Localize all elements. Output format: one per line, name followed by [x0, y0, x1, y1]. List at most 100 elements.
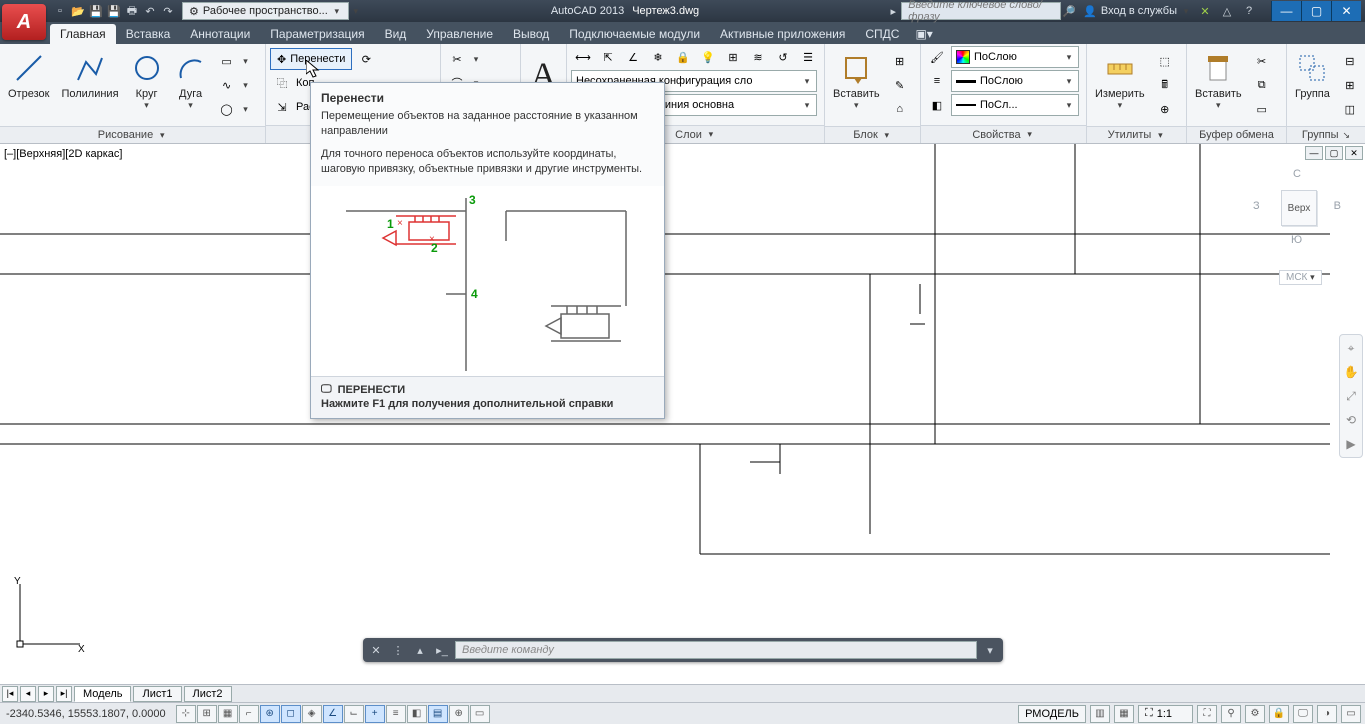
- showmotion-icon[interactable]: ▶: [1342, 435, 1360, 453]
- tab-active-apps[interactable]: Активные приложения: [710, 24, 855, 44]
- help-icon[interactable]: ?: [1241, 3, 1257, 19]
- layer-prev-icon[interactable]: ↺: [771, 46, 795, 68]
- viewcube-w[interactable]: З: [1253, 200, 1260, 212]
- cut-icon[interactable]: ✂: [1250, 50, 1274, 72]
- save-icon[interactable]: 💾: [88, 3, 104, 19]
- linetype-combo[interactable]: ПоСл... ▾: [951, 94, 1079, 116]
- panel-block-title[interactable]: Блок▾: [825, 126, 920, 143]
- snap-icon[interactable]: ⊞: [197, 705, 217, 723]
- lwt-icon[interactable]: ≡: [386, 705, 406, 723]
- viewcube-n[interactable]: С: [1293, 168, 1301, 180]
- otrack-icon[interactable]: ∠: [323, 705, 343, 723]
- infocenter-icon[interactable]: 🔎: [1061, 3, 1077, 19]
- rectangle-icon[interactable]: ▭: [215, 50, 239, 72]
- ellipse-icon[interactable]: ◯: [215, 98, 239, 120]
- cmd-handle-icon[interactable]: ⋮: [389, 641, 407, 659]
- layer-state-icon[interactable]: ☰: [796, 46, 820, 68]
- search-arrow-icon[interactable]: ▸: [885, 3, 901, 19]
- tab-plugins[interactable]: Подключаемые модули: [559, 24, 710, 44]
- cmd-close-icon[interactable]: ✕: [367, 641, 385, 659]
- 3dosnap-icon[interactable]: ◈: [302, 705, 322, 723]
- group-button[interactable]: Группа: [1291, 46, 1334, 124]
- tab-home[interactable]: Главная: [50, 24, 116, 44]
- tab-model[interactable]: Модель: [74, 686, 131, 702]
- coordinates[interactable]: -2340.5346, 15553.1807, 0.0000: [0, 708, 172, 720]
- osnap-icon[interactable]: ◻: [281, 705, 301, 723]
- viewcube[interactable]: С З В Ю Верх МСК ▾: [1251, 162, 1341, 282]
- tab-manage[interactable]: Управление: [416, 24, 503, 44]
- qat-dropdown[interactable]: ▾: [351, 3, 361, 19]
- workspace-switcher[interactable]: ⚙ Рабочее пространство... ▾: [182, 2, 349, 20]
- ellipse-dd[interactable]: ▾: [241, 98, 251, 120]
- layer-lock-icon[interactable]: 🔒: [671, 46, 695, 68]
- edit-block-icon[interactable]: ✎: [888, 74, 912, 96]
- panel-utils-title[interactable]: Утилиты▾: [1087, 126, 1186, 143]
- dim-aligned-icon[interactable]: ⇱: [596, 46, 620, 68]
- exchange-icon[interactable]: ✕: [1197, 3, 1213, 19]
- sc-icon[interactable]: ⊕: [449, 705, 469, 723]
- dyn-icon[interactable]: +: [365, 705, 385, 723]
- panel-groups-title[interactable]: Группы↘: [1287, 126, 1365, 143]
- maximize-button[interactable]: ▢: [1301, 1, 1331, 21]
- plot-icon[interactable]: 🖶: [124, 3, 140, 19]
- quickview-drawings-icon[interactable]: ▦: [1114, 705, 1134, 723]
- qp-icon[interactable]: ▤: [428, 705, 448, 723]
- viewcube-s[interactable]: Ю: [1291, 234, 1302, 246]
- model-space-button[interactable]: РМОДЕЛЬ: [1018, 705, 1086, 723]
- isolate-icon[interactable]: ◑: [1317, 705, 1337, 723]
- cloud-icon[interactable]: △: [1219, 3, 1235, 19]
- pasteblock-icon[interactable]: ▭: [1250, 98, 1274, 120]
- insert-block-button[interactable]: Вставить ▾: [829, 46, 884, 124]
- hardware-accel-icon[interactable]: 🖵: [1293, 705, 1313, 723]
- command-input[interactable]: Введите команду: [455, 641, 977, 659]
- tab-insert[interactable]: Вставка: [116, 24, 181, 44]
- stretch-icon[interactable]: ⇲: [270, 96, 294, 118]
- tab-sheet1[interactable]: Лист1: [133, 686, 181, 702]
- quickcalc-icon[interactable]: 🖩: [1153, 74, 1177, 96]
- layer-freeze-icon[interactable]: ❄: [646, 46, 670, 68]
- ungroup-icon[interactable]: ⊟: [1338, 50, 1362, 72]
- command-line[interactable]: ✕ ⋮ ▴ ▸_ Введите команду ▾: [363, 638, 1003, 662]
- group-edit-icon[interactable]: ⊞: [1338, 74, 1362, 96]
- viewcube-e[interactable]: В: [1334, 200, 1341, 212]
- toolbar-lock-icon[interactable]: 🔒: [1269, 705, 1289, 723]
- panel-draw-title[interactable]: Рисование▾: [0, 126, 265, 143]
- tab-output[interactable]: Вывод: [503, 24, 559, 44]
- line-button[interactable]: Отрезок: [4, 46, 53, 124]
- rotate-icon[interactable]: ⟳: [354, 48, 378, 70]
- app-menu-button[interactable]: A: [2, 4, 46, 40]
- transparency-icon[interactable]: ◧: [925, 94, 949, 116]
- layer-iso-icon[interactable]: ⊞: [721, 46, 745, 68]
- cmd-recent-icon[interactable]: ▴: [411, 641, 429, 659]
- layout-prev[interactable]: ◂: [20, 686, 36, 702]
- matchprop-icon[interactable]: 🖌: [925, 46, 949, 68]
- measure-button[interactable]: Измерить ▾: [1091, 46, 1149, 124]
- workspace-icon[interactable]: ⚙: [1245, 705, 1265, 723]
- copy-clip-icon[interactable]: ⧉: [1250, 74, 1274, 96]
- group-select-icon[interactable]: ◫: [1338, 98, 1362, 120]
- close-button[interactable]: ✕: [1331, 1, 1361, 21]
- circle-button[interactable]: Круг ▾: [127, 46, 167, 124]
- grid-icon[interactable]: ▦: [218, 705, 238, 723]
- tab-parametric[interactable]: Параметризация: [260, 24, 374, 44]
- ribbon-minimize-icon[interactable]: ▣▾: [909, 24, 938, 44]
- undo-icon[interactable]: ↶: [142, 3, 158, 19]
- arc-button[interactable]: Дуга ▾: [171, 46, 211, 124]
- rectangle-dd[interactable]: ▾: [241, 50, 251, 72]
- redo-icon[interactable]: ↷: [160, 3, 176, 19]
- saveas-icon[interactable]: 💾: [106, 3, 122, 19]
- ducs-icon[interactable]: ⌙: [344, 705, 364, 723]
- layer-off-icon[interactable]: 💡: [696, 46, 720, 68]
- infer-icon[interactable]: ⊹: [176, 705, 196, 723]
- tab-spds[interactable]: СПДС: [855, 24, 909, 44]
- polyline-button[interactable]: Полилиния: [57, 46, 122, 124]
- panel-props-title[interactable]: Свойства▾: [921, 125, 1086, 143]
- list-icon[interactable]: ≡: [925, 70, 949, 92]
- attrib-icon[interactable]: ⌂: [888, 98, 912, 120]
- orbit-icon[interactable]: ⟲: [1342, 411, 1360, 429]
- minimize-button[interactable]: —: [1271, 1, 1301, 21]
- drawing-canvas[interactable]: [–][Верхняя][2D каркас] — ▢ ✕ Y: [0, 144, 1365, 684]
- spline-icon[interactable]: ∿: [215, 74, 239, 96]
- copy-icon[interactable]: ⿻: [270, 72, 294, 94]
- layout-last[interactable]: ▸|: [56, 686, 72, 702]
